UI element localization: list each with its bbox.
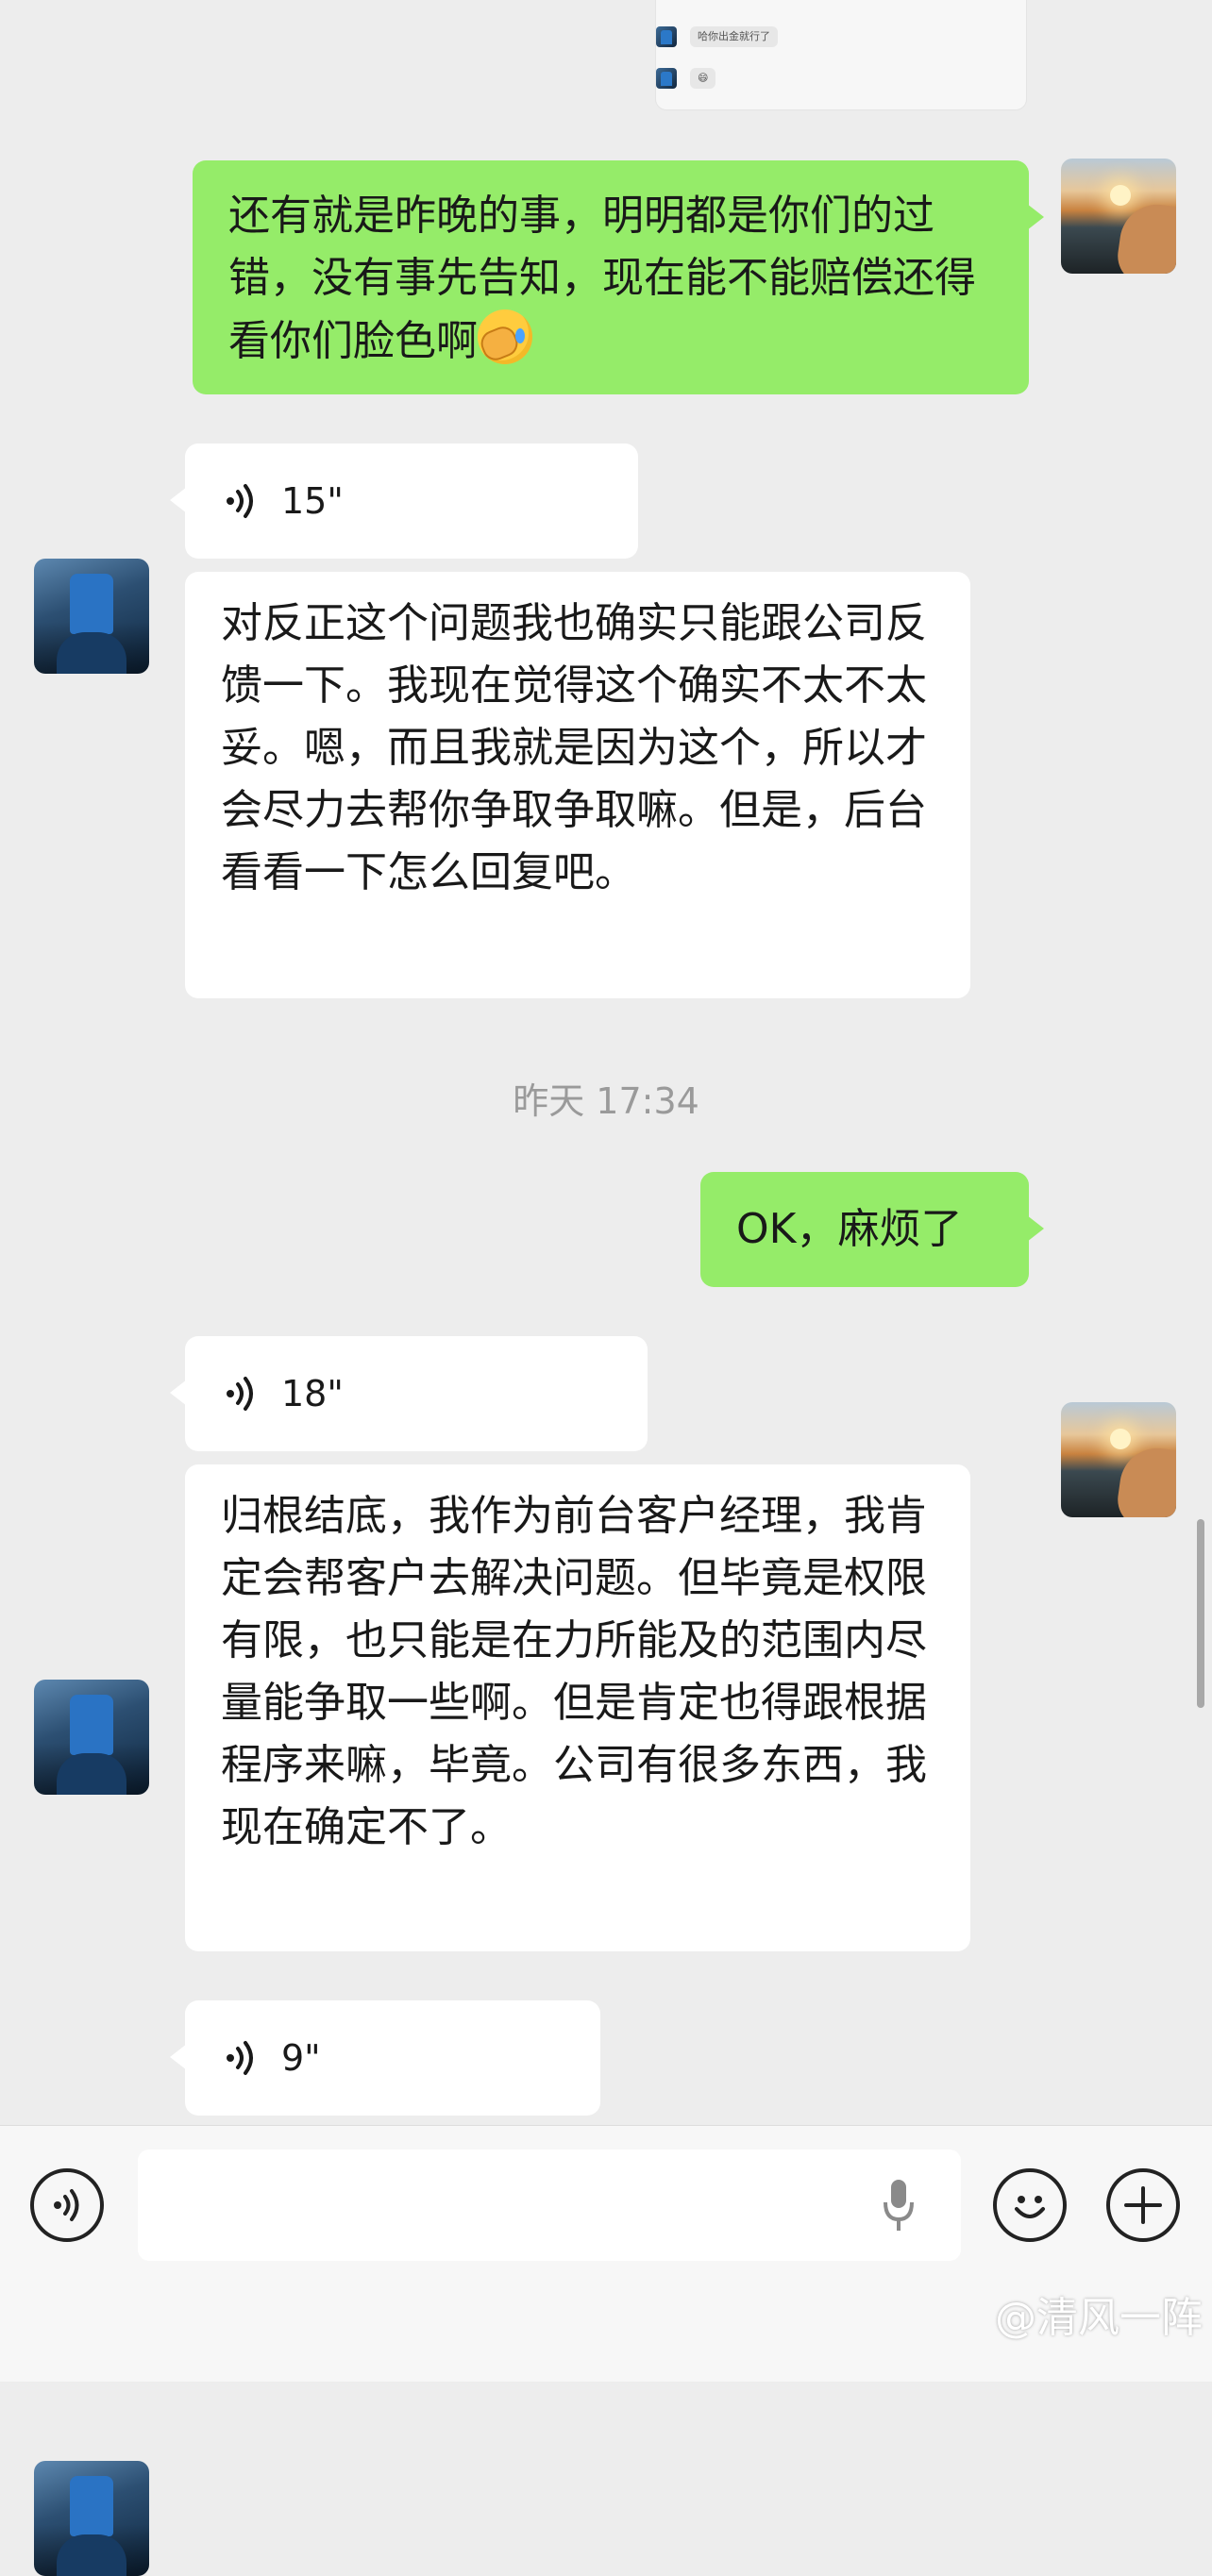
voice-wave-icon: [227, 484, 253, 518]
chat-timestamp: 昨天 17:34: [513, 1080, 699, 1122]
voice-duration: 18": [281, 1373, 344, 1414]
quoted-avatar: [656, 68, 677, 89]
message-text: 对反正这个问题我也确实只能跟公司反馈一下。我现在觉得这个确实不太不太妥。嗯，而且…: [221, 599, 927, 896]
message-input[interactable]: [138, 2149, 961, 2261]
voice-wave-icon: [227, 2041, 253, 2075]
voice-message-bubble[interactable]: 18": [170, 1336, 648, 1451]
emoji-button[interactable]: [993, 2168, 1067, 2242]
voice-mode-button[interactable]: [30, 2168, 104, 2242]
contact-avatar[interactable]: [34, 2461, 149, 2576]
quoted-message-card[interactable]: 哈你出金就行了 😄: [655, 0, 1027, 110]
microphone-icon: [884, 2180, 914, 2231]
quoted-row-1: 哈你出金就行了: [656, 26, 778, 47]
microphone-button[interactable]: [880, 2176, 917, 2236]
voice-mode-icon: [54, 2189, 79, 2221]
watermark: @清风一阵: [995, 2294, 1203, 2342]
sent-message-bubble[interactable]: 还有就是昨晚的事，明明都是你们的过错，没有事先告知，现在能不能赔偿还得看你们脸色…: [193, 160, 1044, 394]
sent-message-bubble[interactable]: OK，麻烦了: [700, 1172, 1044, 1287]
voice-duration: 15": [281, 480, 344, 522]
quoted-row-2: 😄: [656, 68, 716, 89]
contact-avatar[interactable]: [34, 1680, 149, 1795]
plus-button[interactable]: [1106, 2168, 1180, 2242]
voice-wave-icon: [227, 1377, 253, 1411]
my-avatar[interactable]: [1061, 1402, 1176, 1517]
quoted-emoji: 😄: [690, 68, 716, 89]
facepalm-emoji-icon: [477, 309, 532, 364]
quoted-text: 哈你出金就行了: [690, 26, 778, 47]
plus-icon: [1124, 2186, 1162, 2224]
voice-message-bubble[interactable]: 15": [170, 443, 638, 559]
message-text: 归根结底，我作为前台客户经理，我肯定会帮客户去解决问题。但毕竟是权限有限，也只能…: [221, 1492, 927, 1851]
quoted-avatar: [656, 26, 677, 47]
my-avatar[interactable]: [1061, 159, 1176, 274]
received-message-bubble[interactable]: 对反正这个问题我也确实只能跟公司反馈一下。我现在觉得这个确实不太不太妥。嗯，而且…: [185, 572, 970, 998]
scrollbar[interactable]: [1197, 1519, 1204, 1708]
emoji-icon: [1015, 2196, 1045, 2218]
message-text: OK，麻烦了: [736, 1205, 963, 1253]
message-text: 还有就是昨晚的事，明明都是你们的过错，没有事先告知，现在能不能赔偿还得看你们脸色…: [228, 192, 976, 365]
voice-duration: 9": [281, 2037, 321, 2079]
received-message-bubble[interactable]: 归根结底，我作为前台客户经理，我肯定会帮客户去解决问题。但毕竟是权限有限，也只能…: [185, 1464, 970, 1951]
contact-avatar[interactable]: [34, 559, 149, 674]
voice-message-bubble[interactable]: 9": [170, 2000, 600, 2116]
